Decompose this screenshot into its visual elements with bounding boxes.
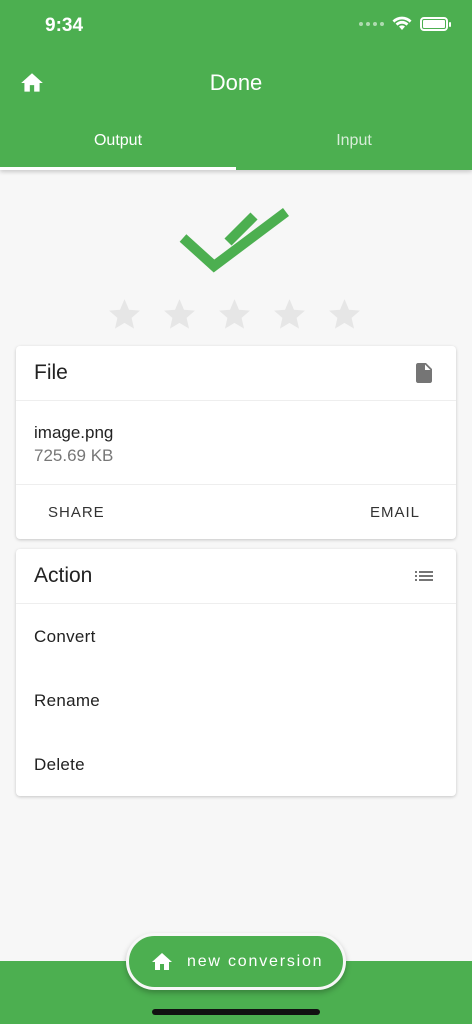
file-size: 725.69 KB: [34, 446, 114, 465]
rename-action[interactable]: Rename: [16, 668, 456, 732]
tab-input[interactable]: Input: [236, 115, 472, 170]
home-icon: [152, 952, 172, 970]
delete-action[interactable]: Delete: [16, 732, 456, 796]
home-indicator: [152, 1009, 320, 1015]
wifi-icon: [392, 16, 412, 30]
convert-action[interactable]: Convert: [16, 604, 456, 668]
list-icon: [415, 571, 433, 581]
battery-icon: [420, 16, 451, 31]
star-icon[interactable]: [271, 296, 308, 333]
signal-icon: [359, 21, 384, 26]
file-name: image.png: [34, 423, 114, 442]
status-time: 9:34: [45, 15, 84, 36]
file-info: image.png 725.69 KB: [16, 401, 456, 485]
action-card-header: Action: [16, 549, 456, 604]
file-card-title: File: [34, 361, 68, 384]
share-button[interactable]: SHARE: [48, 504, 105, 521]
file-card: File image.png 725.69 KB SHARE EMAIL: [16, 346, 456, 539]
star-icon[interactable]: [106, 296, 143, 333]
star-icon[interactable]: [161, 296, 198, 333]
star-icon[interactable]: [326, 296, 363, 333]
status-bar: 9:34: [0, 0, 472, 52]
action-card: Action Convert Rename Delete: [16, 549, 456, 796]
email-button[interactable]: EMAIL: [370, 504, 420, 521]
action-card-title: Action: [34, 564, 93, 587]
new-conversion-button[interactable]: new conversion: [126, 933, 346, 990]
page-title: Done: [209, 70, 263, 95]
double-check-icon: [179, 208, 289, 273]
file-actions: SHARE EMAIL: [16, 485, 456, 539]
rating-stars[interactable]: [106, 296, 363, 333]
new-conversion-label: new conversion: [187, 952, 324, 970]
tab-bar: Output Input: [0, 115, 472, 170]
tab-output[interactable]: Output: [0, 115, 236, 170]
file-icon: [416, 363, 432, 383]
status-icons: [359, 16, 451, 31]
file-card-header: File: [16, 346, 456, 401]
app-bar: 9:34 Done Output Input: [0, 0, 472, 170]
star-icon[interactable]: [216, 296, 253, 333]
